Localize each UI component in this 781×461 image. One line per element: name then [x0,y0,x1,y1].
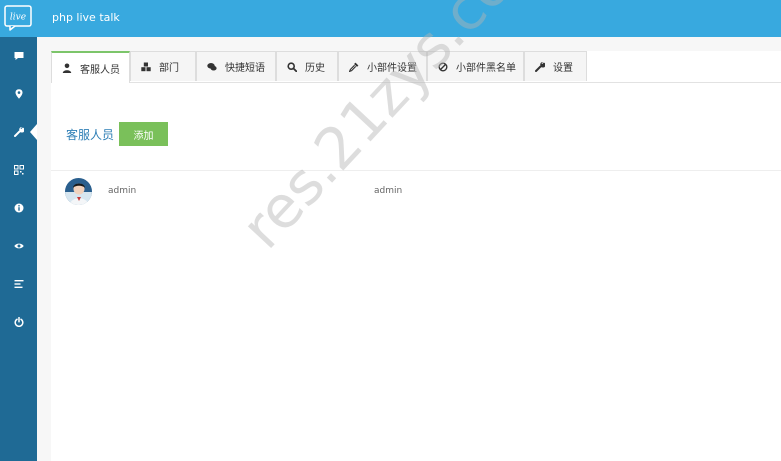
avatar [65,178,92,205]
eyedropper-icon [349,62,359,72]
map-marker-icon [15,89,22,99]
wrench-icon [13,127,24,137]
sidebar [0,37,37,461]
cubes-icon [141,62,151,71]
tab-label: 历史 [305,63,325,74]
divider [51,170,781,171]
sidebar-item-monitor[interactable] [0,227,37,265]
tab-label: 客服人员 [80,64,120,76]
agent-name: admin [108,186,137,196]
app-title: php live talk [52,11,120,24]
eye-icon [13,243,24,249]
user-icon [62,63,72,73]
logo-text: live [10,13,26,23]
tab-label: 设置 [553,63,573,74]
list-icon [14,280,23,288]
agent-username: admin [374,186,403,196]
tab-label: 小部件黑名单 [456,63,516,74]
tab-settings[interactable]: 设置 [524,51,587,81]
sidebar-item-qrcode[interactable] [0,151,37,189]
tab-label: 部门 [159,63,179,74]
section-title: 客服人员 [66,128,115,142]
info-circle-icon [14,203,23,213]
live-logo-icon[interactable]: live [4,5,32,31]
power-icon [14,317,23,327]
comments-icon [207,62,217,70]
sidebar-item-list[interactable] [0,265,37,303]
tab-quick-phrases[interactable]: 快捷短语 [196,51,276,81]
search-icon [287,61,297,72]
sidebar-item-location[interactable] [0,75,37,113]
tab-agents[interactable]: 客服人员 [51,51,130,83]
wrench-icon [535,61,545,72]
top-bar: live php live talk [0,0,781,37]
tab-label: 快捷短语 [225,63,265,74]
add-agent-button[interactable]: 添加 [119,122,168,146]
table-row[interactable]: admin admin [51,177,781,207]
sidebar-item-logout[interactable] [0,303,37,341]
tab-departments[interactable]: 部门 [130,51,196,81]
comment-icon [14,52,23,60]
tab-history[interactable]: 历史 [276,51,338,81]
sidebar-item-info[interactable] [0,189,37,227]
sidebar-item-chat[interactable] [0,37,37,75]
qrcode-icon [13,165,24,175]
sidebar-item-settings[interactable] [0,113,37,151]
